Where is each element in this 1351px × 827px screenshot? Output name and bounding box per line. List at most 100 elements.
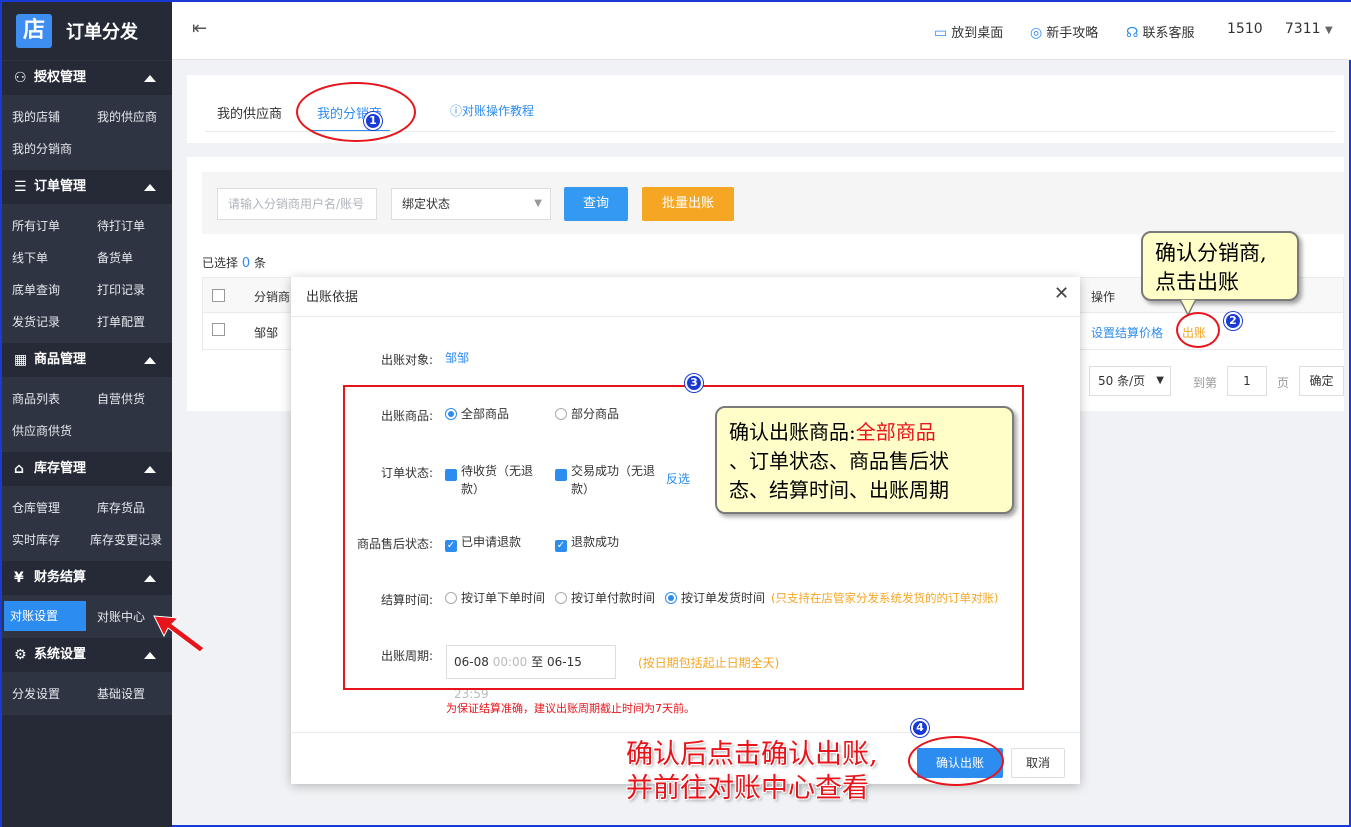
chevron-up-icon bbox=[144, 357, 156, 364]
nav-group-label: 库存管理 bbox=[34, 461, 87, 476]
distributor-search-input[interactable]: 请输入分销商用户名/账号 bbox=[217, 188, 377, 220]
settings-icon: ⚙ bbox=[14, 647, 27, 663]
dialog-footer-divider bbox=[291, 732, 1080, 733]
sidebar: 店 订单分发 ⚇ 授权管理 我的店铺 我的供应商 我的分销商 ☰ 订单管理 所有订单… bbox=[2, 2, 172, 827]
sidebar-item-bill-center[interactable]: 对账中心 bbox=[97, 607, 145, 627]
user-icon: ⚇ bbox=[14, 70, 27, 86]
target-value: 邹邹 bbox=[445, 351, 470, 365]
sidebar-item-stock-order[interactable]: 备货单 bbox=[97, 248, 133, 268]
sidebar-item-print-config[interactable]: 打单配置 bbox=[97, 312, 145, 332]
select-all-checkbox[interactable] bbox=[212, 289, 225, 302]
sidebar-item-dispatch-settings[interactable]: 分发设置 bbox=[12, 684, 60, 704]
sidebar-item-self-supply[interactable]: 自营供货 bbox=[97, 389, 145, 409]
dialog-title: 出账依据 bbox=[306, 290, 359, 305]
sidebar-item-basic-settings[interactable]: 基础设置 bbox=[97, 684, 145, 704]
nav-group-system[interactable]: ⚙ 系统设置 bbox=[2, 638, 172, 672]
col-header-operation: 操作 bbox=[1091, 290, 1116, 304]
sidebar-item-record-query[interactable]: 底单查询 bbox=[12, 280, 60, 300]
yen-icon: ¥ bbox=[14, 570, 24, 586]
page-confirm-button[interactable]: 确定 bbox=[1299, 366, 1344, 396]
compass-icon: ◎ bbox=[1030, 25, 1043, 41]
sidebar-item-warehouse[interactable]: 仓库管理 bbox=[12, 498, 60, 518]
close-icon[interactable]: ✕ bbox=[1054, 283, 1069, 304]
highlight-bill-oval bbox=[1176, 312, 1220, 348]
nav-group-goods[interactable]: ▦ 商品管理 bbox=[2, 343, 172, 377]
brand: 店 订单分发 bbox=[2, 2, 172, 60]
tab-my-supplier[interactable]: 我的供应商 bbox=[217, 103, 282, 122]
nav-group-finance[interactable]: ¥ 财务结算 bbox=[2, 561, 172, 595]
target-label: 出账对象: bbox=[380, 353, 433, 367]
chevron-up-icon bbox=[144, 466, 156, 473]
sidebar-item-my-shop[interactable]: 我的店铺 bbox=[12, 107, 60, 127]
nav-group-label: 财务结算 bbox=[34, 570, 87, 585]
nav-group-label: 授权管理 bbox=[34, 70, 87, 85]
page-unit-label: 页 bbox=[1277, 376, 1290, 390]
page-input[interactable]: 1 bbox=[1227, 366, 1267, 396]
sidebar-item-my-supplier[interactable]: 我的供应商 bbox=[97, 107, 157, 127]
highlight-tab-oval bbox=[296, 82, 416, 142]
nav-group-stock[interactable]: ⌂ 库存管理 bbox=[2, 452, 172, 486]
top-header: ⇤ ▭ 放到桌面 ◎ 新手攻略 ☊ 联系客服 1510 7311 ▼ bbox=[172, 2, 1351, 60]
chevron-down-icon: ▼ bbox=[1156, 375, 1164, 386]
callout-confirm-bill: 确认后点击确认出账, 并前往对账中心查看 bbox=[626, 739, 878, 804]
page-size-select[interactable]: 50 条/页 ▼ bbox=[1089, 366, 1171, 396]
nav-group-order[interactable]: ☰ 订单管理 bbox=[2, 170, 172, 204]
nav-group-label: 商品管理 bbox=[34, 352, 87, 367]
sidebar-item-all-orders[interactable]: 所有订单 bbox=[12, 216, 60, 236]
order-icon: ☰ bbox=[14, 179, 27, 195]
selection-count: 已选择 0 条 bbox=[202, 256, 266, 271]
sidebar-item-bill-settings[interactable]: 对账设置 bbox=[4, 601, 86, 631]
chevron-up-icon bbox=[144, 575, 156, 582]
support-link[interactable]: ☊ 联系客服 bbox=[1126, 22, 1194, 41]
sidebar-item-pending-print[interactable]: 待打订单 bbox=[97, 216, 145, 236]
caret-down-icon: ▼ bbox=[1324, 25, 1333, 36]
shop-logo-icon: 店 bbox=[16, 14, 52, 48]
sidebar-item-live-stock[interactable]: 实时库存 bbox=[12, 530, 60, 550]
chevron-up-icon bbox=[144, 184, 156, 191]
help-icon: ⓘ bbox=[450, 104, 463, 118]
headset-icon: ☊ bbox=[1126, 25, 1139, 41]
query-button[interactable]: 查询 bbox=[564, 187, 628, 221]
row-checkbox[interactable] bbox=[212, 323, 225, 336]
goto-label: 到第 bbox=[1193, 376, 1218, 390]
step-badge-1: 1 bbox=[364, 112, 382, 130]
highlight-confirm-oval bbox=[908, 736, 1004, 786]
settle-warning: 为保证结算准确，建议出账周期截止时间为7天前。 bbox=[446, 702, 695, 715]
row-distributor-name: 邹邹 bbox=[254, 326, 279, 340]
home-icon: ⌂ bbox=[14, 461, 25, 477]
guide-link[interactable]: ◎ 新手攻略 bbox=[1030, 22, 1098, 41]
sidebar-footer bbox=[2, 715, 172, 827]
step-badge-4: 4 bbox=[911, 719, 929, 737]
dialog-header bbox=[291, 277, 1080, 317]
collapse-menu-icon[interactable]: ⇤ bbox=[192, 18, 207, 39]
nav-group-label: 系统设置 bbox=[34, 647, 87, 662]
nav-group-auth[interactable]: ⚇ 授权管理 bbox=[2, 61, 172, 95]
col-header-distributor: 分销商 bbox=[254, 290, 291, 304]
callout-confirm-distributor: 确认分销商, 点击出账 bbox=[1141, 231, 1299, 301]
nav-group-label: 订单管理 bbox=[34, 179, 87, 194]
batch-bill-button[interactable]: 批量出账 bbox=[642, 187, 734, 221]
set-price-link[interactable]: 设置结算价格 bbox=[1091, 324, 1163, 341]
monitor-icon: ▭ bbox=[934, 25, 948, 41]
sidebar-item-print-log[interactable]: 打印记录 bbox=[97, 280, 145, 300]
user-menu[interactable]: 1510 7311 ▼ bbox=[1227, 21, 1333, 37]
sidebar-item-stock-change[interactable]: 库存变更记录 bbox=[90, 530, 162, 550]
sidebar-item-ship-log[interactable]: 发货记录 bbox=[12, 312, 60, 332]
cancel-button[interactable]: 取消 bbox=[1011, 748, 1065, 778]
sidebar-item-stock-goods[interactable]: 库存货品 bbox=[97, 498, 145, 518]
sidebar-item-supplier-supply[interactable]: 供应商供货 bbox=[12, 421, 72, 441]
desktop-link[interactable]: ▭ 放到桌面 bbox=[934, 22, 1003, 41]
red-arrow-icon bbox=[153, 615, 205, 653]
step-badge-2: 2 bbox=[1224, 312, 1242, 330]
bind-status-select[interactable]: 绑定状态 ▼ bbox=[391, 188, 551, 220]
grid-icon: ▦ bbox=[14, 352, 28, 368]
sidebar-item-my-distributor[interactable]: 我的分销商 bbox=[12, 139, 72, 159]
chevron-down-icon: ▼ bbox=[534, 198, 542, 209]
step-badge-3: 3 bbox=[685, 374, 703, 392]
sidebar-item-goods-list[interactable]: 商品列表 bbox=[12, 389, 60, 409]
app-title: 订单分发 bbox=[66, 22, 138, 43]
sidebar-item-offline[interactable]: 线下单 bbox=[12, 248, 48, 268]
callout-confirm-settings: 确认出账商品:全部商品 、订单状态、商品售后状 态、结算时间、出账周期 bbox=[715, 406, 1014, 514]
chevron-up-icon bbox=[144, 75, 156, 82]
tutorial-link[interactable]: ⓘ对账操作教程 bbox=[450, 102, 534, 119]
